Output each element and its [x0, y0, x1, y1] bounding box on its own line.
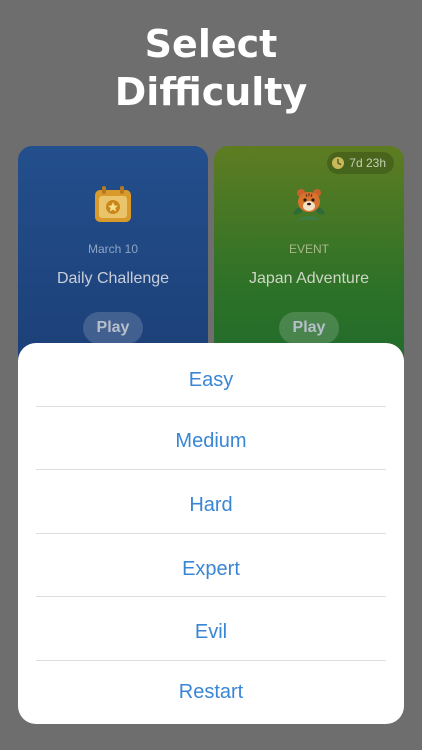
daily-challenge-card[interactable]: March 10 Daily Challenge Play: [18, 146, 208, 376]
divider: [36, 533, 386, 534]
daily-date: March 10: [87, 242, 139, 256]
tiger-mascot-icon: [293, 189, 325, 220]
difficulty-sheet: Easy Medium Hard Expert Evil Restart: [18, 343, 404, 724]
daily-play-button[interactable]: Play: [83, 312, 143, 344]
page-title: Select Difficulty: [0, 20, 422, 116]
clock-icon: [332, 157, 345, 169]
difficulty-hard-option[interactable]: Hard: [36, 474, 386, 537]
difficulty-medium-option[interactable]: Medium: [36, 410, 386, 473]
japan-adventure-card[interactable]: 7d 23h EVENT Japan Adventure Play: [214, 146, 404, 376]
difficulty-evil-option[interactable]: Evil: [36, 601, 386, 664]
event-timer-badge: 7d 23h: [327, 152, 394, 174]
daily-title: Daily Challenge: [56, 270, 170, 287]
title-line-1: Select: [144, 22, 278, 66]
event-title: Japan Adventure: [248, 270, 370, 287]
difficulty-expert-option[interactable]: Expert: [36, 538, 386, 601]
divider: [36, 596, 386, 597]
event-label: EVENT: [288, 242, 329, 256]
divider: [36, 469, 386, 470]
restart-option[interactable]: Restart: [36, 661, 386, 724]
event-timer-text: 7d 23h: [349, 156, 386, 170]
title-line-2: Difficulty: [114, 70, 308, 114]
event-play-button[interactable]: Play: [279, 312, 339, 344]
calendar-star-icon: [95, 186, 131, 222]
difficulty-easy-option[interactable]: Easy: [36, 349, 386, 412]
divider: [36, 406, 386, 407]
